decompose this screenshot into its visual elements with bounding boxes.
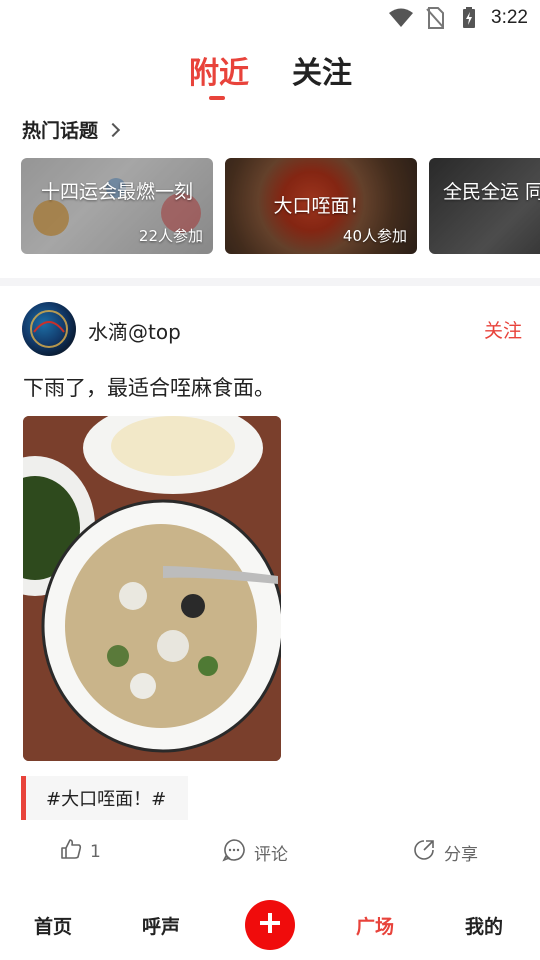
share-icon: [412, 838, 436, 867]
nav-home[interactable]: 首页: [34, 912, 72, 939]
hot-topics-list[interactable]: 十四运会最燃一刻 22人参加 大口咥面！ 40人参加 全民全运 同行 运动 51: [21, 158, 540, 256]
plus-icon: [258, 911, 282, 939]
tab-nearby[interactable]: 附近: [189, 48, 249, 92]
post-text: 下雨了，最适合咥麻食面。: [23, 376, 275, 400]
avatar[interactable]: [22, 302, 76, 356]
comment-button[interactable]: 评论: [222, 838, 288, 867]
username[interactable]: 水滴@top: [88, 316, 181, 345]
post-image[interactable]: [23, 416, 281, 761]
follow-button[interactable]: 关注: [484, 316, 522, 343]
post-actions: 1 评论 分享: [0, 838, 540, 874]
thumbs-up-icon: [60, 838, 82, 865]
wifi-icon: [389, 6, 414, 30]
post-header: 水滴@top 关注: [22, 302, 522, 356]
nav-square[interactable]: 广场: [356, 912, 394, 939]
hot-topics-header[interactable]: 热门话题: [22, 116, 121, 143]
topic-card[interactable]: 大口咥面！ 40人参加: [225, 158, 417, 254]
comment-label: 评论: [254, 845, 288, 865]
add-post-button[interactable]: [245, 900, 295, 950]
topic-title: 大口咥面！: [273, 195, 369, 217]
topic-title: 全民全运 同行 运动: [442, 181, 540, 203]
nav-mine[interactable]: 我的: [465, 912, 503, 939]
no-sim-icon: [423, 6, 447, 30]
topic-title: 十四运会最燃一刻: [40, 181, 193, 203]
section-divider: [0, 278, 540, 286]
chevron-right-icon: [105, 122, 121, 137]
like-button[interactable]: 1: [60, 838, 101, 865]
tab-indicator: [209, 96, 225, 100]
like-count: 1: [90, 841, 101, 862]
tab-following[interactable]: 关注: [292, 48, 352, 92]
topic-count: 22人参加: [138, 227, 203, 245]
hot-topics-title: 热门话题: [22, 120, 99, 142]
comment-icon: [222, 838, 246, 867]
share-label: 分享: [444, 845, 478, 865]
status-time: 3:22: [491, 7, 528, 28]
top-tabs: 附近 关注: [0, 44, 540, 104]
bottom-nav: 首页 呼声 广场 我的: [0, 892, 540, 960]
status-bar: 3:22: [0, 0, 540, 36]
topic-card[interactable]: 十四运会最燃一刻 22人参加: [21, 158, 213, 254]
topic-card[interactable]: 全民全运 同行 运动 51: [429, 158, 540, 254]
topic-count: 40人参加: [342, 227, 407, 245]
topic-tag[interactable]: #大口咥面！#: [21, 776, 189, 820]
battery-charging-icon: [457, 6, 481, 30]
share-button[interactable]: 分享: [412, 838, 478, 867]
nav-voice[interactable]: 呼声: [142, 912, 180, 939]
